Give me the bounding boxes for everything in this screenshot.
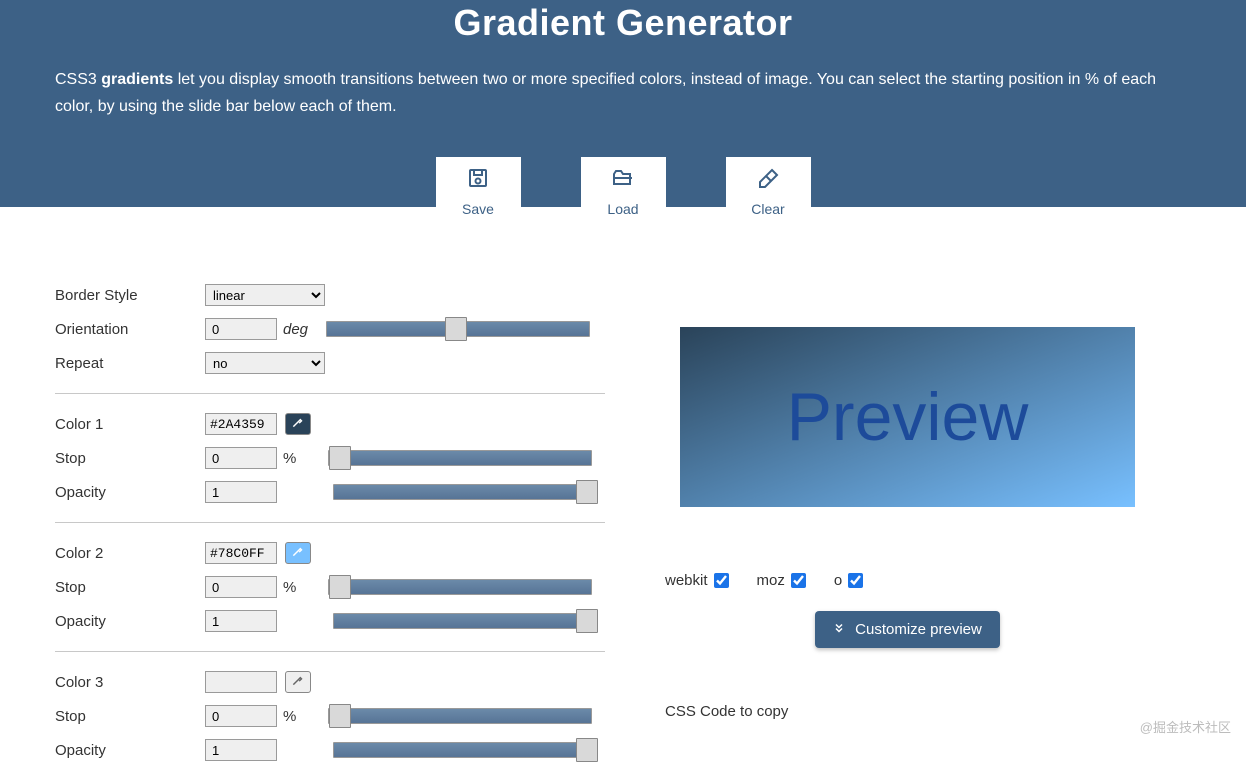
color3-swatch-button[interactable] xyxy=(285,671,311,693)
eyedropper-icon xyxy=(291,673,305,691)
eraser-icon xyxy=(756,166,780,201)
vendor-moz[interactable]: moz xyxy=(757,572,806,589)
vendor-o-label: o xyxy=(834,572,842,589)
color2-opacity-input[interactable] xyxy=(205,610,277,632)
css-code-title: CSS Code to copy xyxy=(665,703,1191,720)
folder-open-icon xyxy=(611,166,635,201)
clear-button[interactable]: Clear xyxy=(726,157,811,225)
vendor-o[interactable]: o xyxy=(834,572,863,589)
divider xyxy=(55,393,605,394)
save-button[interactable]: Save xyxy=(436,157,521,225)
load-button[interactable]: Load xyxy=(581,157,666,225)
divider xyxy=(55,651,605,652)
color3-opacity-input[interactable] xyxy=(205,739,277,761)
color1-opacity-input[interactable] xyxy=(205,481,277,503)
eyedropper-icon xyxy=(291,415,305,433)
vendor-o-checkbox[interactable] xyxy=(848,573,863,588)
color2-label: Color 2 xyxy=(55,545,205,562)
desc-rest: let you display smooth transitions betwe… xyxy=(55,71,1156,115)
slider-thumb[interactable] xyxy=(576,480,598,504)
vendor-moz-checkbox[interactable] xyxy=(791,573,806,588)
save-label: Save xyxy=(462,201,494,217)
color1-hex-input[interactable] xyxy=(205,413,277,435)
repeat-label: Repeat xyxy=(55,355,205,372)
orientation-slider[interactable] xyxy=(326,321,590,337)
chevron-down-double-icon xyxy=(833,621,845,638)
pct-unit: % xyxy=(283,450,296,467)
pct-unit: % xyxy=(283,708,296,725)
desc-bold: gradients xyxy=(101,71,173,88)
eyedropper-icon xyxy=(291,544,305,562)
color3-stop-label: Stop xyxy=(55,708,205,725)
color1-opacity-slider[interactable] xyxy=(333,484,597,500)
vendor-webkit-checkbox[interactable] xyxy=(714,573,729,588)
color2-stop-label: Stop xyxy=(55,579,205,596)
color3-opacity-slider[interactable] xyxy=(333,742,597,758)
color3-stop-input[interactable] xyxy=(205,705,277,727)
color2-hex-input[interactable] xyxy=(205,542,277,564)
color1-stop-slider[interactable] xyxy=(328,450,592,466)
slider-thumb[interactable] xyxy=(329,575,351,599)
color3-hex-input[interactable] xyxy=(205,671,277,693)
customize-preview-button[interactable]: Customize preview xyxy=(815,611,1000,648)
color1-stop-input[interactable] xyxy=(205,447,277,469)
watermark: @掘金技术社区 xyxy=(1140,717,1231,736)
vendor-moz-label: moz xyxy=(757,572,785,589)
color2-swatch-button[interactable] xyxy=(285,542,311,564)
clear-label: Clear xyxy=(751,201,784,217)
slider-thumb[interactable] xyxy=(576,609,598,633)
page-title: Gradient Generator xyxy=(55,0,1191,44)
color2-opacity-slider[interactable] xyxy=(333,613,597,629)
gradient-preview: Preview xyxy=(680,327,1135,507)
desc-prefix: CSS3 xyxy=(55,71,101,88)
orientation-input[interactable] xyxy=(205,318,277,340)
slider-thumb[interactable] xyxy=(576,738,598,762)
slider-thumb[interactable] xyxy=(329,446,351,470)
orientation-label: Orientation xyxy=(55,321,205,338)
color3-stop-slider[interactable] xyxy=(328,708,592,724)
vendor-webkit-label: webkit xyxy=(665,572,708,589)
color3-label: Color 3 xyxy=(55,674,205,691)
pct-unit: % xyxy=(283,579,296,596)
color2-stop-input[interactable] xyxy=(205,576,277,598)
load-label: Load xyxy=(607,201,638,217)
slider-thumb[interactable] xyxy=(329,704,351,728)
save-icon xyxy=(466,166,490,201)
color1-swatch-button[interactable] xyxy=(285,413,311,435)
preview-text: Preview xyxy=(787,378,1029,456)
color2-opacity-label: Opacity xyxy=(55,613,205,630)
color2-stop-slider[interactable] xyxy=(328,579,592,595)
border-style-select[interactable]: linear xyxy=(205,284,325,306)
color3-opacity-label: Opacity xyxy=(55,742,205,759)
slider-thumb[interactable] xyxy=(445,317,467,341)
border-style-label: Border Style xyxy=(55,287,205,304)
color1-stop-label: Stop xyxy=(55,450,205,467)
color1-label: Color 1 xyxy=(55,416,205,433)
customize-label: Customize preview xyxy=(855,621,982,638)
page-description: CSS3 gradients let you display smooth tr… xyxy=(55,66,1191,120)
deg-unit: deg xyxy=(283,321,308,338)
vendor-webkit[interactable]: webkit xyxy=(665,572,729,589)
repeat-select[interactable]: no xyxy=(205,352,325,374)
divider xyxy=(55,522,605,523)
color1-opacity-label: Opacity xyxy=(55,484,205,501)
